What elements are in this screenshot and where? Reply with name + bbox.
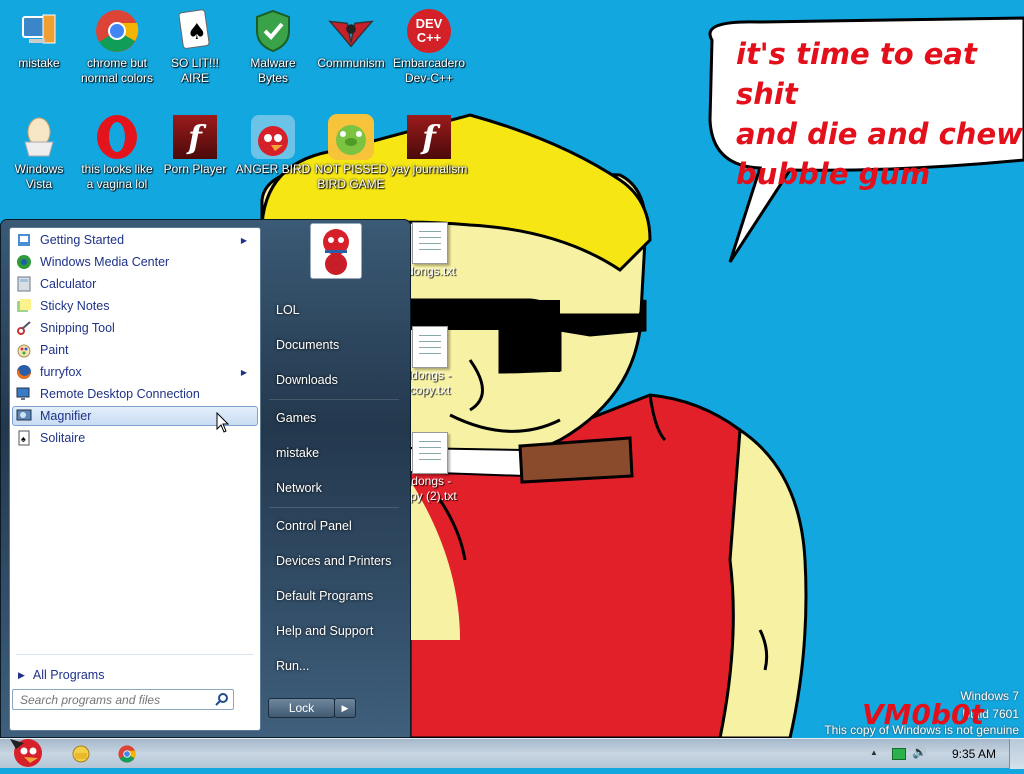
- program-calculator[interactable]: Calculator: [12, 274, 258, 294]
- media-center-icon: [16, 254, 32, 270]
- start-button[interactable]: [2, 731, 48, 769]
- svg-text:♠: ♠: [187, 20, 207, 45]
- paint-icon: [16, 342, 32, 358]
- desktop-icon-chrome[interactable]: chrome but normal colors: [78, 8, 156, 86]
- shutdown-options-arrow-icon[interactable]: ▶: [334, 698, 356, 718]
- taskbar-explorer-button[interactable]: [70, 743, 92, 765]
- desktop-icon-malwarebytes[interactable]: Malware Bytes: [234, 8, 312, 86]
- flash-icon: f: [172, 114, 218, 160]
- text-file-icon: [412, 432, 448, 474]
- taskbar: ▲ 🔊 9:35 AM: [0, 738, 1024, 769]
- svg-text:♠: ♠: [21, 434, 26, 444]
- emblem-icon: [328, 8, 374, 54]
- angry-bird-icon: [250, 114, 296, 160]
- start-link-games[interactable]: Games: [276, 411, 316, 425]
- text-file-icon: [412, 326, 448, 368]
- search-icon[interactable]: [215, 692, 229, 711]
- green-pig-icon: [328, 114, 374, 160]
- desktop-icon-windows-vista[interactable]: Windows Vista: [0, 114, 78, 192]
- start-link-mistake[interactable]: mistake: [276, 446, 319, 460]
- clock[interactable]: 9:35 AM: [952, 747, 996, 761]
- start-menu: Getting Started ▶ Windows Media Center C…: [0, 219, 411, 738]
- start-link-help-support[interactable]: Help and Support: [276, 624, 373, 638]
- submenu-arrow-icon: ▶: [240, 235, 247, 245]
- start-link-run[interactable]: Run...: [276, 659, 309, 673]
- desktop-icon-solitaire[interactable]: ♠ SO LIT!!! AIRE: [156, 8, 234, 86]
- solitaire-icon: ♠: [172, 8, 218, 54]
- program-windows-media-center[interactable]: Windows Media Center: [12, 252, 258, 272]
- lock-button[interactable]: Lock: [268, 698, 335, 718]
- divider: [16, 654, 254, 655]
- program-remote-desktop[interactable]: Remote Desktop Connection: [12, 384, 258, 404]
- chrome-icon: [94, 8, 140, 54]
- watermark-not-genuine: This copy of Windows is not genuine: [824, 723, 1019, 737]
- sticky-notes-icon: [16, 298, 32, 314]
- angry-bird-icon: [10, 739, 42, 767]
- remote-desktop-icon: [16, 386, 32, 402]
- search-box[interactable]: [12, 689, 234, 710]
- submenu-arrow-icon: ▶: [240, 367, 247, 377]
- speaker-icon[interactable]: 🔊: [912, 745, 927, 759]
- start-link-documents[interactable]: Documents: [276, 338, 339, 352]
- divider: [269, 507, 399, 508]
- snipping-tool-icon: [16, 320, 32, 336]
- program-furryfox[interactable]: furryfox ▶: [12, 362, 258, 382]
- solitaire-icon: ♠: [16, 430, 32, 446]
- calculator-icon: [16, 276, 32, 292]
- folder-icon: [72, 745, 90, 763]
- all-programs-button[interactable]: ▶ All Programs: [18, 668, 104, 682]
- desktop-icon-communism[interactable]: Communism: [312, 8, 390, 71]
- chrome-icon: [118, 745, 136, 763]
- egg-icon: [16, 114, 62, 160]
- start-link-default-programs[interactable]: Default Programs: [276, 589, 373, 603]
- firefox-icon: [16, 364, 32, 380]
- start-link-devices-printers[interactable]: Devices and Printers: [276, 554, 391, 568]
- program-snipping-tool[interactable]: Snipping Tool: [12, 318, 258, 338]
- divider: [269, 399, 399, 400]
- start-link-network[interactable]: Network: [276, 481, 322, 495]
- flash-icon: f: [406, 114, 452, 160]
- program-getting-started[interactable]: Getting Started ▶: [12, 230, 258, 250]
- desktop-icon-not-pissed-bird[interactable]: NOT PISSED BIRD GAME: [312, 114, 390, 192]
- start-menu-programs-pane: Getting Started ▶ Windows Media Center C…: [9, 227, 261, 731]
- desktop-icon-devcpp[interactable]: DEV C++ Embarcadero Dev-C++: [390, 8, 468, 86]
- start-link-downloads[interactable]: Downloads: [276, 373, 338, 387]
- computer-icon: [16, 8, 62, 54]
- speech-bubble-text: it's time to eat shit and die and chew b…: [736, 37, 1023, 191]
- desktop-icon-mistake[interactable]: mistake: [0, 8, 78, 71]
- program-paint[interactable]: Paint: [12, 340, 258, 360]
- search-input[interactable]: [13, 690, 212, 710]
- desktop-icon-opera[interactable]: this looks like a vagina lol: [78, 114, 156, 192]
- desktop-icon-anger-bird[interactable]: ANGER BIRD: [234, 114, 312, 177]
- program-sticky-notes[interactable]: Sticky Notes: [12, 296, 258, 316]
- text-file-icon: [412, 222, 448, 264]
- desktop-icon-yay-journalism[interactable]: f yay journalism: [390, 114, 468, 177]
- tray-overflow-icon[interactable]: ▲: [870, 748, 878, 757]
- network-icon[interactable]: [892, 748, 906, 760]
- desktop-icon-porn-player[interactable]: f Porn Player: [156, 114, 234, 177]
- shield-icon: [250, 8, 296, 54]
- devcpp-icon: DEV C++: [406, 8, 452, 54]
- start-link-lol[interactable]: LOL: [276, 303, 300, 317]
- show-desktop-button[interactable]: [1009, 739, 1024, 769]
- arrow-right-icon: ▶: [18, 669, 25, 680]
- magnifier-icon: [16, 408, 32, 424]
- getting-started-icon: [16, 232, 32, 248]
- user-avatar[interactable]: [310, 223, 362, 279]
- mouse-cursor-icon: [216, 412, 230, 433]
- start-link-control-panel[interactable]: Control Panel: [276, 519, 352, 533]
- opera-icon: [94, 114, 140, 160]
- taskbar-chrome-button[interactable]: [116, 743, 138, 765]
